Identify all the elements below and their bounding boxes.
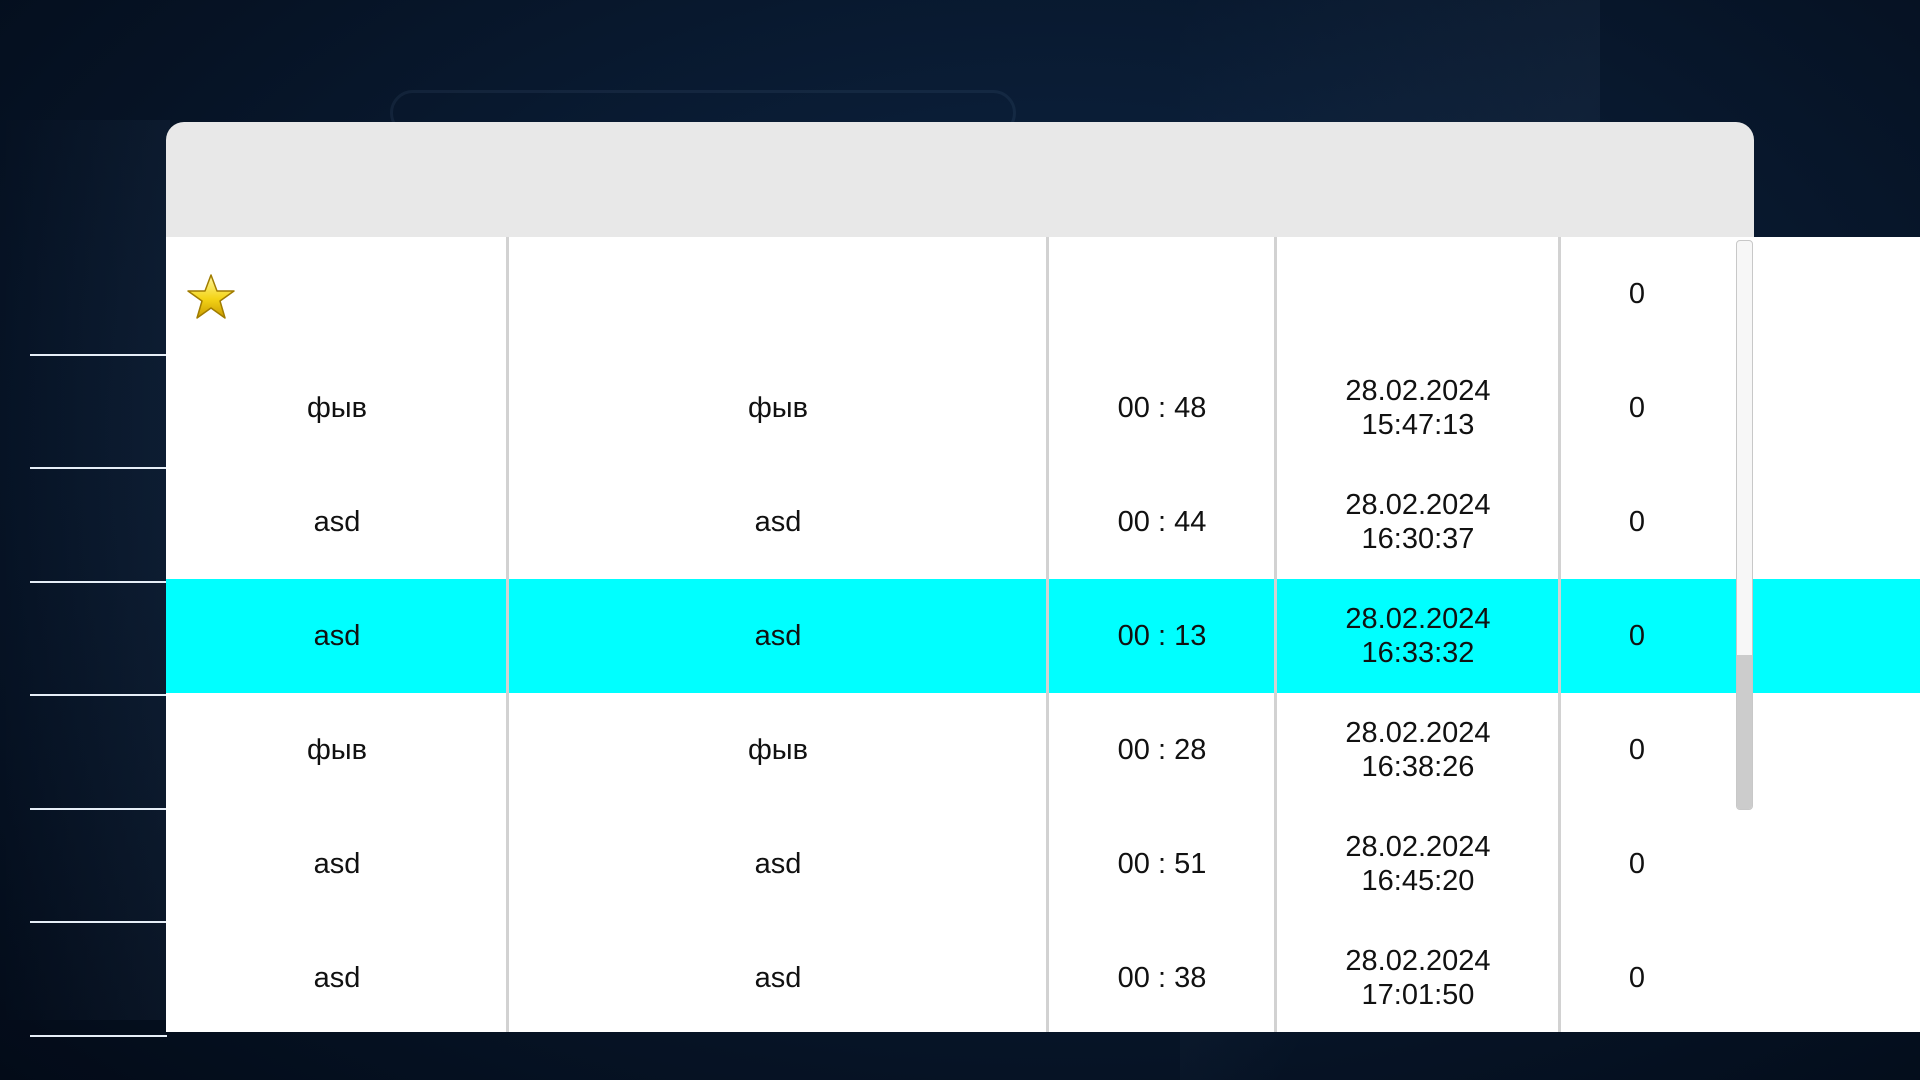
- datetime-cell: 28.02.2024 17:01:50: [1276, 921, 1560, 1032]
- name-cell: asd: [313, 848, 361, 880]
- duration-cell: 00 : 44: [1117, 506, 1207, 538]
- side-divider: [30, 694, 167, 696]
- vertical-scrollbar[interactable]: [1736, 240, 1753, 810]
- datetime-cell: 28.02.2024 16:45:20: [1276, 807, 1560, 921]
- side-divider: [30, 467, 167, 469]
- time-text: 15:47:13: [1361, 409, 1475, 441]
- table-row-selected[interactable]: asd asd 00 : 13 28.02.2024 16:33:32 0: [166, 579, 1920, 693]
- name-cell: asd: [313, 506, 361, 538]
- table-cell: [1276, 237, 1560, 351]
- name-cell: фыв: [306, 734, 368, 766]
- date-text: 28.02.2024: [1345, 603, 1491, 635]
- table-cell: [1048, 237, 1276, 351]
- datetime-cell: 28.02.2024 15:47:13: [1276, 351, 1560, 465]
- value-cell: 0: [1628, 506, 1646, 538]
- table-header: [166, 122, 1754, 237]
- time-text: 17:01:50: [1361, 979, 1475, 1011]
- time-text: 16:38:26: [1361, 751, 1475, 783]
- duration-cell: 00 : 28: [1117, 734, 1207, 766]
- value-cell: 0: [1628, 392, 1646, 424]
- column-divider: [506, 237, 509, 1032]
- date-text: 28.02.2024: [1345, 945, 1491, 977]
- name-cell: фыв: [306, 392, 368, 424]
- name-cell: asd: [754, 620, 802, 652]
- side-divider: [30, 921, 167, 923]
- name-cell: asd: [313, 620, 361, 652]
- name-cell: фыв: [747, 392, 809, 424]
- date-text: 28.02.2024: [1345, 717, 1491, 749]
- time-text: 16:33:32: [1361, 637, 1475, 669]
- column-divider: [1274, 237, 1277, 1032]
- name-cell: asd: [313, 962, 361, 994]
- table-cell: [1714, 921, 1920, 1032]
- star-icon[interactable]: [186, 273, 236, 321]
- value-cell: 0: [1628, 962, 1646, 994]
- column-divider: [1558, 237, 1561, 1032]
- table-row[interactable]: asd asd 00 : 51 28.02.2024 16:45:20 0: [166, 807, 1920, 921]
- scrollbar-thumb[interactable]: [1737, 655, 1752, 809]
- name-cell: asd: [754, 506, 802, 538]
- date-text: 28.02.2024: [1345, 489, 1491, 521]
- name-cell: asd: [754, 848, 802, 880]
- value-cell: 0: [1628, 734, 1646, 766]
- duration-cell: 00 : 48: [1117, 392, 1207, 424]
- table-row-favorite[interactable]: 0: [166, 237, 1920, 351]
- side-divider: [30, 1035, 167, 1037]
- table-cell: [1714, 807, 1920, 921]
- datetime-cell: 28.02.2024 16:30:37: [1276, 465, 1560, 579]
- background-decoration: [0, 120, 170, 1020]
- date-text: 28.02.2024: [1345, 831, 1491, 863]
- table-row[interactable]: asd asd 00 : 38 28.02.2024 17:01:50 0: [166, 921, 1920, 1032]
- table-row[interactable]: фыв фыв 00 : 48 28.02.2024 15:47:13 0: [166, 351, 1920, 465]
- duration-cell: 00 : 38: [1117, 962, 1207, 994]
- value-cell: 0: [1628, 278, 1646, 310]
- datetime-cell: 28.02.2024 16:38:26: [1276, 693, 1560, 807]
- table-row[interactable]: фыв фыв 00 : 28 28.02.2024 16:38:26 0: [166, 693, 1920, 807]
- duration-cell: 00 : 13: [1117, 620, 1207, 652]
- column-divider: [1046, 237, 1049, 1032]
- table-row[interactable]: asd asd 00 : 44 28.02.2024 16:30:37 0: [166, 465, 1920, 579]
- time-text: 16:45:20: [1361, 865, 1475, 897]
- side-divider: [30, 808, 167, 810]
- name-cell: фыв: [747, 734, 809, 766]
- value-cell: 0: [1628, 848, 1646, 880]
- results-table: 0 фыв фыв 00 : 48 28.02.2024 15:47:13 0: [166, 237, 1920, 1032]
- date-text: 28.02.2024: [1345, 375, 1491, 407]
- table-cell: [508, 237, 1048, 351]
- side-divider: [30, 354, 167, 356]
- name-cell: asd: [754, 962, 802, 994]
- datetime-cell: 28.02.2024 16:33:32: [1276, 579, 1560, 693]
- value-cell: 0: [1628, 620, 1646, 652]
- side-divider: [30, 581, 167, 583]
- duration-cell: 00 : 51: [1117, 848, 1207, 880]
- time-text: 16:30:37: [1361, 523, 1475, 555]
